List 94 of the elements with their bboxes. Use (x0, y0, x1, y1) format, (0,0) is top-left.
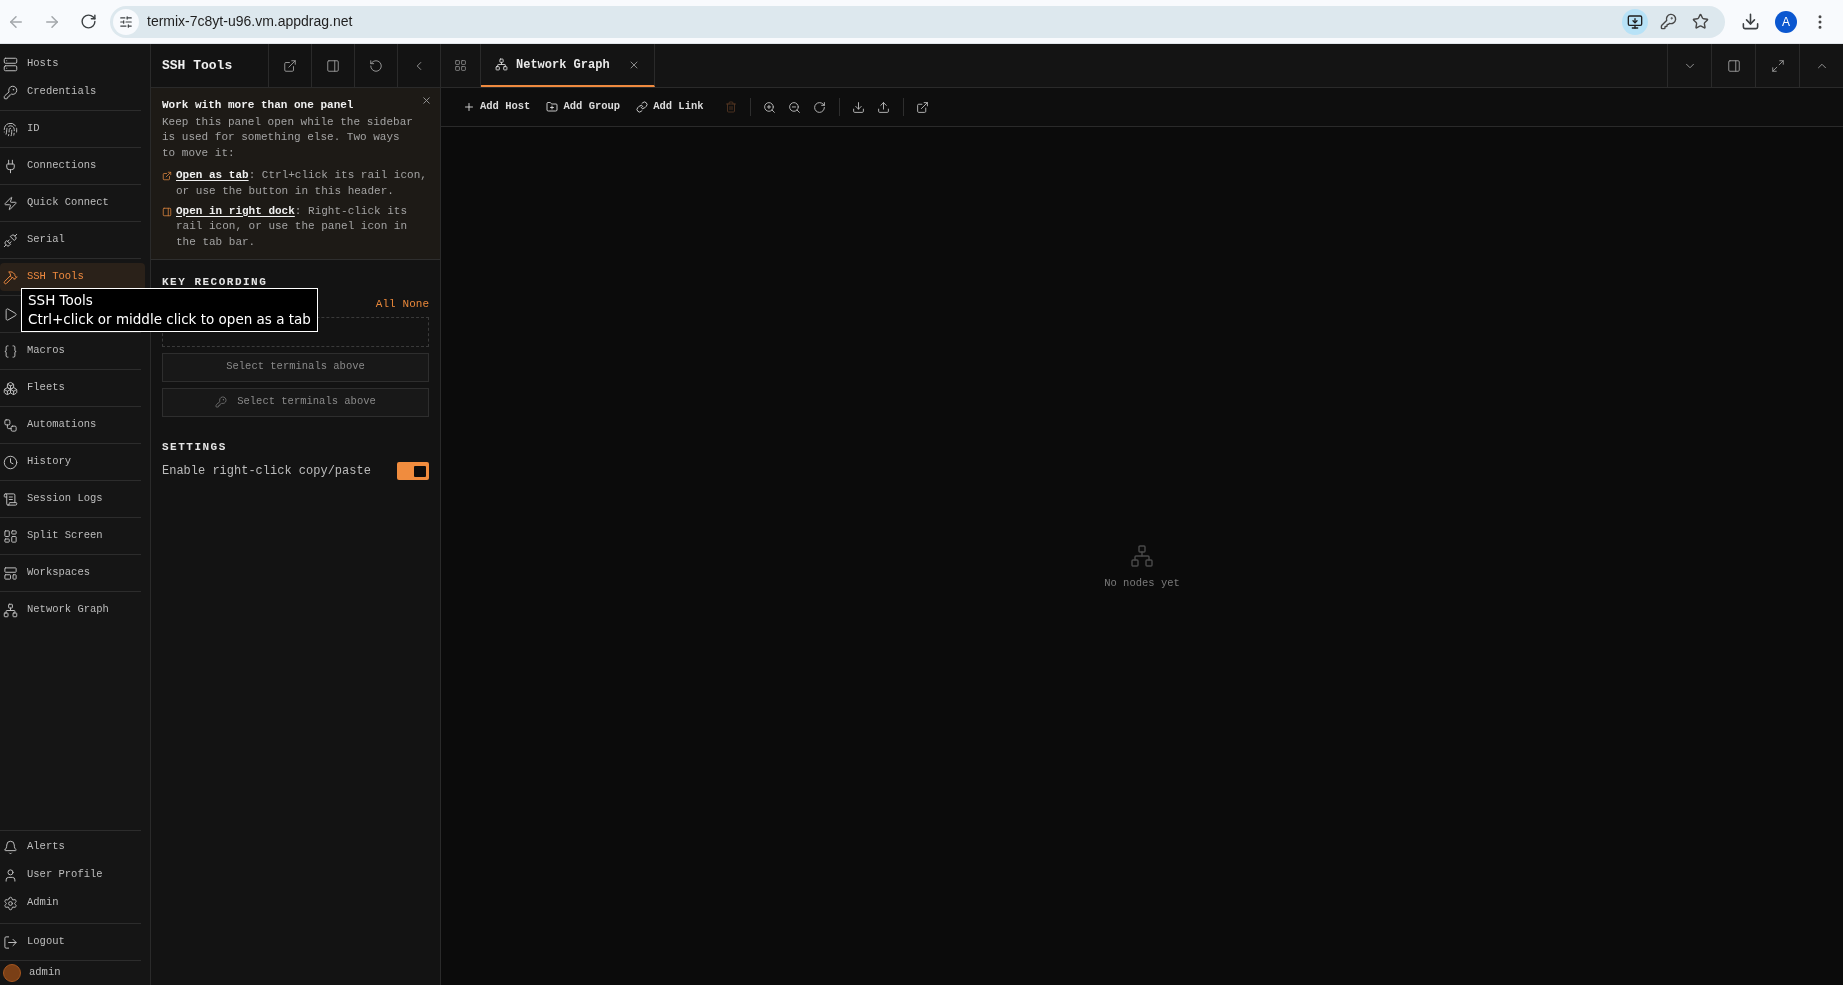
folder-plus-icon (546, 101, 559, 113)
rail-item[interactable]: Hosts (0, 50, 145, 78)
lightning-icon (3, 195, 18, 211)
link-icon (636, 101, 649, 113)
close-button[interactable] (420, 94, 432, 106)
select-none-link[interactable]: None (402, 295, 429, 310)
key-icon[interactable] (1660, 13, 1677, 30)
rotate-icon (813, 100, 827, 114)
rail-item[interactable]: Workspaces (0, 559, 145, 587)
url-text: termix-7c8yt-u96.vm.appdrag.net (147, 12, 353, 31)
user-name: admin (29, 965, 61, 981)
rail-item[interactable]: Session Logs (0, 485, 145, 513)
cubes-icon (3, 380, 18, 396)
select-all-link[interactable]: All (375, 295, 396, 310)
section-heading: SETTINGS (162, 439, 228, 455)
expand-icon (1770, 58, 1785, 73)
user-avatar-icon[interactable] (3, 964, 21, 982)
network-icon (495, 58, 508, 71)
zoom-in-icon (763, 100, 777, 114)
key-icon (3, 84, 18, 100)
scroll-icon (3, 491, 18, 507)
address-bar[interactable]: termix-7c8yt-u96.vm.appdrag.net (110, 5, 1725, 38)
tip-text: Open in right dock: Right-click its rail icon, or use the panel icon in the tab bar. (176, 203, 409, 250)
key-icon (215, 396, 228, 408)
tooltip-title: SSH Tools (28, 291, 94, 310)
panel-title: SSH Tools (161, 56, 234, 75)
clock-icon (3, 454, 18, 470)
tip-link[interactable]: Open in right dock (176, 204, 295, 217)
empty-message: No nodes yet (1104, 576, 1180, 592)
rail-item[interactable]: Connections (0, 152, 145, 180)
grid-icon (454, 59, 467, 72)
toggle-switch[interactable] (397, 462, 429, 480)
rail-item[interactable]: Serial (0, 226, 145, 254)
server-icon (3, 56, 18, 72)
rail-item[interactable]: Macros (0, 337, 145, 365)
plug-icon (3, 158, 18, 174)
tooltip-hint: Ctrl+click or middle click to open as a tab (28, 310, 311, 329)
bookmark-star-icon[interactable] (1692, 13, 1709, 30)
logout-button[interactable]: Logout (0, 928, 145, 956)
external-link-icon (283, 58, 297, 73)
layout-icon (3, 528, 18, 544)
rail-footer-item[interactable]: Admin (0, 889, 145, 917)
network-icon (3, 602, 18, 618)
logout-icon (3, 934, 18, 950)
external-link-icon (162, 171, 172, 181)
layout-icon (3, 565, 18, 581)
rail-item[interactable]: History (0, 448, 145, 476)
bell-icon (3, 839, 18, 855)
site-info-icon[interactable] (113, 8, 139, 35)
zoom-out-icon (788, 100, 802, 114)
cable-icon (3, 232, 18, 248)
setting-label: Enable right-click copy/paste (162, 463, 371, 480)
panel-icon (162, 206, 172, 217)
install-app-icon[interactable] (1622, 8, 1648, 35)
tip-link[interactable]: Open as tab (176, 169, 249, 181)
rail-item[interactable]: Quick Connect (0, 189, 145, 217)
panel-icon (326, 58, 340, 73)
workflow-icon (3, 417, 18, 433)
section-heading: KEY RECORDING (162, 275, 269, 290)
add-group-button[interactable]: Add Group (546, 99, 621, 115)
panel-icon (1726, 58, 1741, 73)
profile-avatar[interactable]: A (1775, 10, 1797, 33)
network-icon (1130, 544, 1154, 569)
download-icon[interactable] (1741, 12, 1760, 31)
rail-footer-item[interactable]: Alerts (0, 833, 145, 861)
reload-icon (79, 13, 97, 30)
play-icon (3, 306, 18, 322)
select-terminals-button[interactable]: Select terminals above (162, 387, 429, 417)
rail-item[interactable]: Credentials (0, 78, 145, 106)
add-link-button[interactable]: Add Link (636, 99, 704, 115)
notice-text: Keep this panel open while the sidebar is used for something else. Two ways to move it: (162, 114, 414, 161)
rail-item[interactable]: Automations (0, 411, 145, 439)
plus-icon (463, 101, 475, 113)
notice-title: Work with more than one panel (162, 98, 354, 113)
download-icon (852, 100, 866, 114)
braces-icon (3, 343, 18, 359)
rail-item[interactable]: Network Graph (0, 596, 145, 624)
rail-item[interactable]: ID (0, 115, 145, 143)
select-terminals-button[interactable]: Select terminals above (162, 352, 429, 382)
settings-icon (3, 895, 18, 911)
rail-item[interactable]: SSH Tools (0, 263, 145, 291)
user-icon (3, 867, 18, 883)
fingerprint-icon (3, 121, 18, 137)
close-icon (420, 94, 432, 106)
add-host-button[interactable]: Add Host (463, 99, 531, 115)
upload-icon (877, 100, 891, 114)
tip-text: Open as tab: Ctrl+click its rail icon, or use the button in this header. (176, 168, 428, 199)
rail-footer-item[interactable]: User Profile (0, 861, 145, 889)
trash-icon (724, 101, 737, 113)
external-link-icon (916, 100, 930, 114)
hammer-icon (3, 269, 18, 285)
rail-item[interactable]: Fleets (0, 374, 145, 402)
rail-item[interactable]: Split Screen (0, 522, 145, 550)
refresh-icon (369, 58, 383, 73)
